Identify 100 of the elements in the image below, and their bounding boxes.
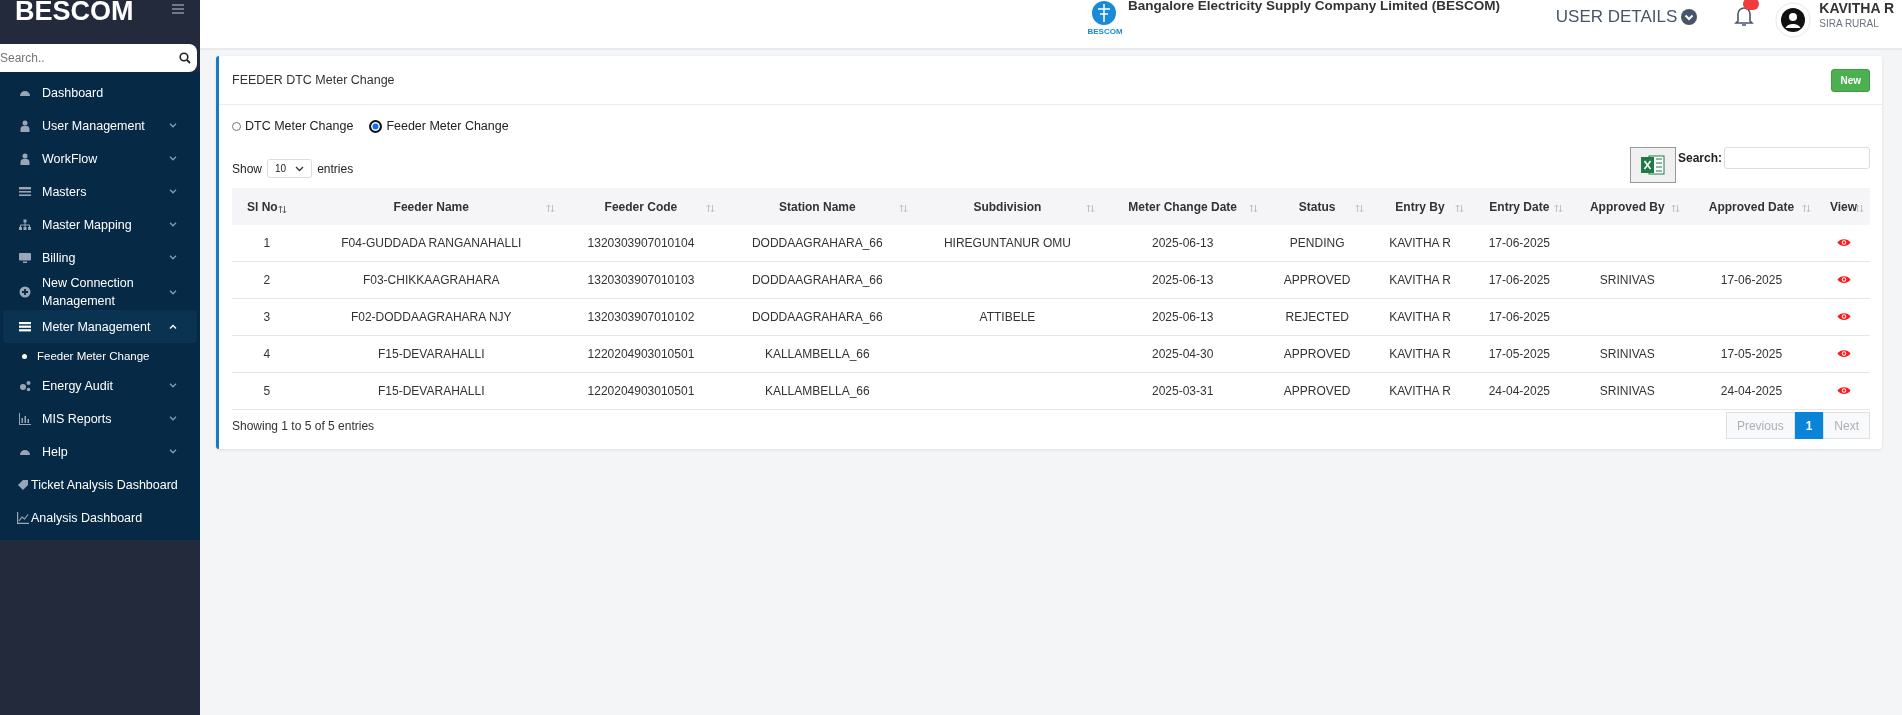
table-cell: F04-GUDDADA RANGANAHALLI <box>341 236 522 250</box>
sort-icon <box>277 204 287 214</box>
user-name: KAVITHA R <box>1819 0 1894 16</box>
sort-icon <box>898 203 908 213</box>
column-header[interactable]: View <box>1817 188 1870 225</box>
table-cell: KAVITHA R <box>1389 310 1451 324</box>
chevron-down-icon <box>295 165 305 172</box>
sort-icon <box>706 203 716 213</box>
eye-icon[interactable] <box>1836 349 1851 358</box>
table-cell: 17-06-2025 <box>1488 273 1550 287</box>
user-icon <box>19 152 31 165</box>
sidebar-item[interactable]: New Connection Management <box>3 274 197 310</box>
search-icon[interactable] <box>179 52 191 64</box>
eye-icon[interactable] <box>1836 386 1851 395</box>
table-cell: 1220204903010501 <box>587 347 695 361</box>
bullet-icon <box>22 353 27 359</box>
sidebar-item[interactable]: Analysis Dashboard <box>3 501 197 534</box>
radio-option[interactable]: DTC Meter Change <box>232 119 354 133</box>
table-cell: REJECTED <box>1285 310 1349 324</box>
submenu-item[interactable]: Feeder Meter Change <box>0 343 200 369</box>
sidebar-item[interactable]: Masters <box>3 175 197 208</box>
table-cell: F15-DEVARAHALLI <box>378 347 485 361</box>
sidebar-item[interactable]: WorkFlow <box>3 142 197 175</box>
table-cell: APPROVED <box>1283 273 1351 287</box>
pagination-button[interactable]: 1 <box>1794 412 1824 439</box>
column-header[interactable]: Meter Change Date <box>1101 188 1265 225</box>
table-cell: KALLAMBELLA_66 <box>764 384 870 398</box>
eye-icon[interactable] <box>1836 312 1851 321</box>
sidebar-item[interactable]: Meter Management <box>3 310 197 343</box>
sidebar-item[interactable]: Help <box>3 435 197 468</box>
menu-icon[interactable] <box>172 4 184 14</box>
radio-option[interactable]: Feeder Meter Change <box>369 119 509 133</box>
table-cell: 17-05-2025 <box>1720 347 1783 361</box>
table-cell: 2025-06-13 <box>1152 236 1214 250</box>
user-details-menu[interactable]: USER DETAILS <box>1555 7 1698 27</box>
tag-icon <box>17 478 29 491</box>
sidebar-item[interactable]: Master Mapping <box>3 208 197 241</box>
search-field[interactable] <box>1724 147 1870 169</box>
page-size-select[interactable]: 10 <box>267 159 313 178</box>
column-header[interactable]: Entry By <box>1370 188 1470 225</box>
table-cell: KALLAMBELLA_66 <box>764 347 870 361</box>
sidebar-item[interactable]: User Management <box>3 109 197 142</box>
table-cell: 1320303907010104 <box>587 236 695 250</box>
column-header[interactable]: Approved Date <box>1685 188 1818 225</box>
column-header[interactable]: Station Name <box>721 188 914 225</box>
column-header[interactable]: Feeder Name <box>301 188 561 225</box>
table-cell: 1220204903010501 <box>587 384 695 398</box>
search-field[interactable]: Search.. <box>0 44 197 72</box>
column-header[interactable]: Status <box>1264 188 1371 225</box>
table-cell: F03-CHIKKAAGRAHARA <box>362 273 500 287</box>
sidebar-item[interactable]: Ticket Analysis Dashboard <box>3 468 197 501</box>
sidebar-item[interactable]: Dashboard <box>3 76 197 109</box>
table-cell: DODDAAGRAHARA_66 <box>751 273 883 287</box>
table-cell: APPROVED <box>1283 347 1351 361</box>
column-header[interactable]: Subdivision <box>913 188 1102 225</box>
table-cell: 4 <box>263 347 271 361</box>
column-header[interactable]: Sl No <box>232 188 302 225</box>
table-cell: 24-04-2025 <box>1488 384 1550 398</box>
table-cell: 2025-06-13 <box>1152 273 1214 287</box>
user-icon <box>19 119 31 132</box>
sidebar-item[interactable]: MIS Reports <box>3 402 197 435</box>
list-icon <box>19 185 31 198</box>
table-cell: 1320303907010103 <box>587 273 695 287</box>
spreadsheet-icon <box>1640 154 1665 176</box>
eye-icon[interactable] <box>1836 275 1851 284</box>
notification-badge <box>1743 0 1760 10</box>
table-cell: 2025-04-30 <box>1152 347 1214 361</box>
user-location: SIRA RURAL <box>1819 18 1880 29</box>
table-cell: KAVITHA R <box>1389 347 1451 361</box>
table-cell: F15-DEVARAHALLI <box>378 384 485 398</box>
column-header[interactable]: Entry Date <box>1469 188 1569 225</box>
chevron-down-icon <box>1681 9 1698 25</box>
card-title: FEEDER DTC Meter Change <box>232 73 395 87</box>
sidebar-item[interactable]: Billing <box>3 241 197 274</box>
column-header[interactable]: Feeder Code <box>560 188 722 225</box>
table-cell: 5 <box>263 384 271 398</box>
table-cell: KAVITHA R <box>1389 273 1451 287</box>
table-cell: SRINIVAS <box>1599 384 1655 398</box>
sidebar-item[interactable]: Energy Audit <box>3 369 197 402</box>
table-cell: DODDAAGRAHARA_66 <box>751 236 883 250</box>
sort-icon <box>1454 203 1464 213</box>
plus-icon <box>19 286 31 298</box>
table-cell: 17-06-2025 <box>1488 236 1550 250</box>
sitemap-icon <box>19 218 31 231</box>
entries-label: entries <box>317 161 354 176</box>
table-cell: SRINIVAS <box>1599 347 1655 361</box>
table-cell: F02-DODDAAGRAHARA NJY <box>350 310 512 324</box>
sort-icon <box>1855 203 1864 213</box>
table-icon <box>19 320 31 333</box>
eye-icon[interactable] <box>1836 238 1851 247</box>
table-cell: 2025-06-13 <box>1152 310 1214 324</box>
table-cell: 17-05-2025 <box>1488 347 1550 361</box>
bell-icon[interactable] <box>1733 4 1756 28</box>
gears-icon <box>19 379 31 392</box>
table-cell: PENDING <box>1289 236 1345 250</box>
monitor-icon <box>19 251 31 264</box>
column-header[interactable]: Approved By <box>1568 188 1686 225</box>
excel-export-button[interactable] <box>1629 147 1676 183</box>
table-cell: DODDAAGRAHARA_66 <box>751 310 883 324</box>
table-cell: 1320303907010102 <box>587 310 695 324</box>
